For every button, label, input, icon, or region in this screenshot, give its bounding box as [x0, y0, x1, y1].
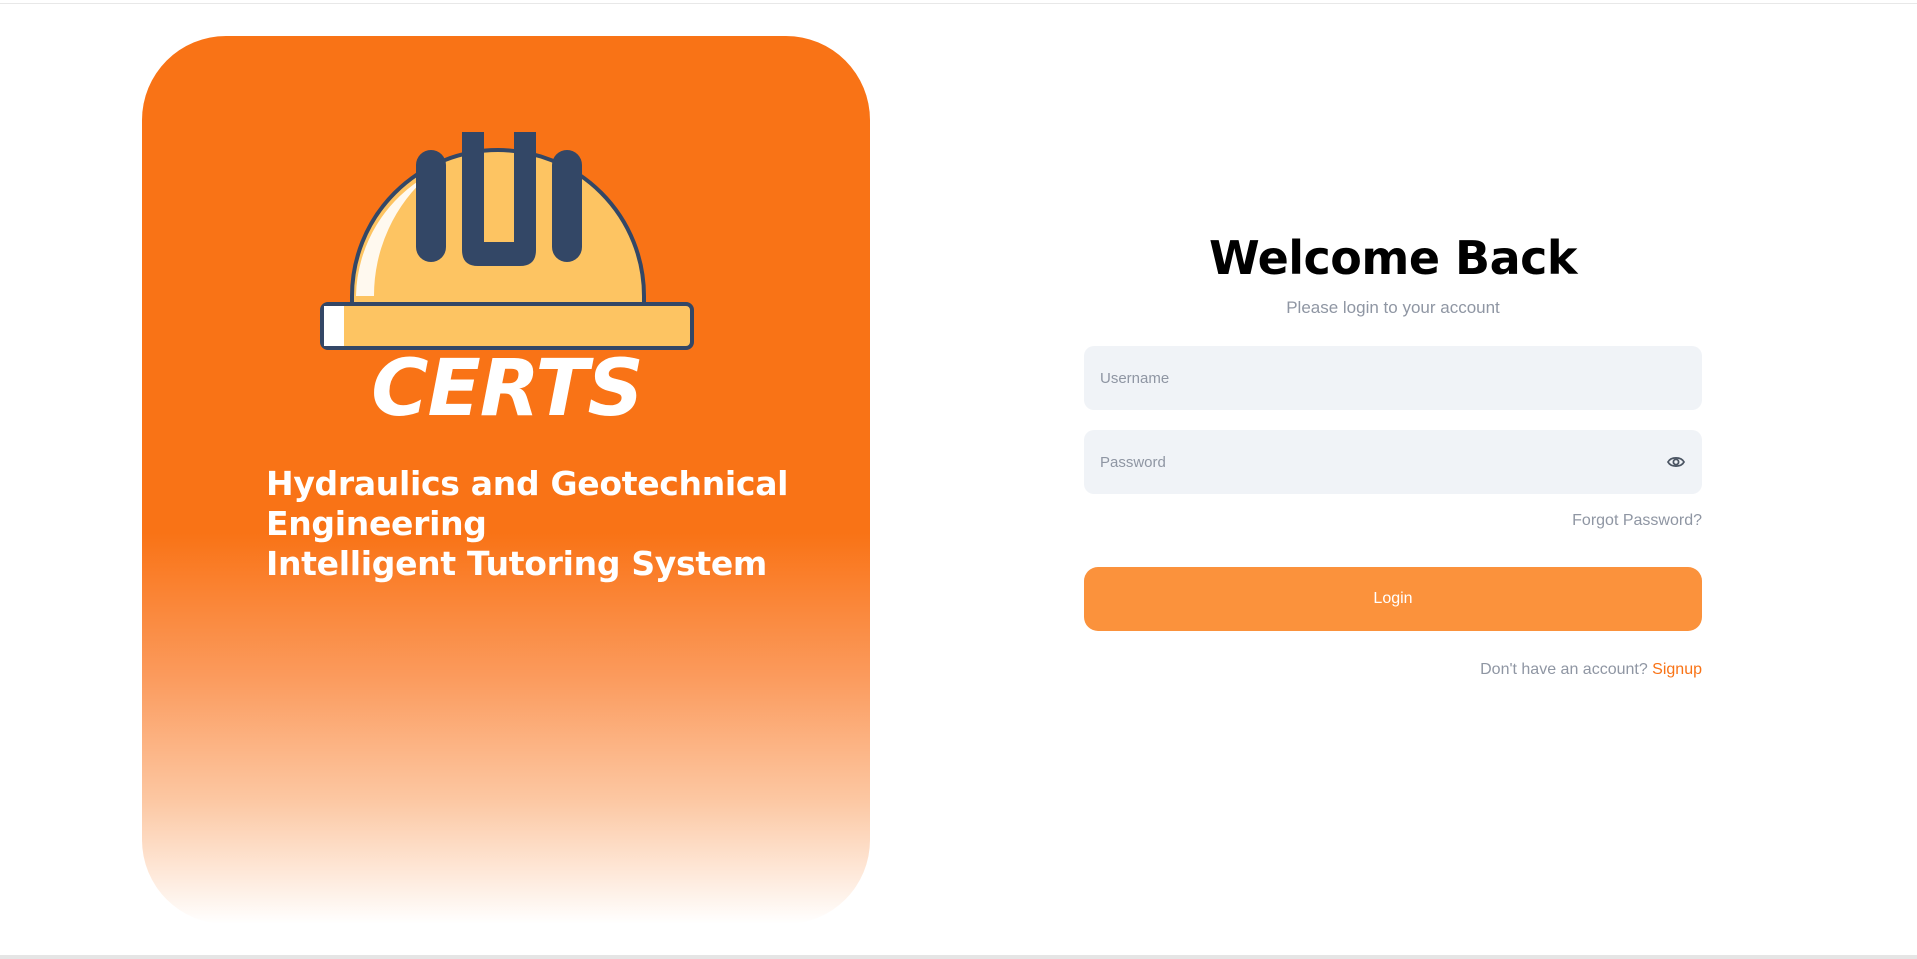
signup-row: Don't have an account? Signup: [1084, 661, 1702, 679]
username-field-wrapper: [1084, 346, 1702, 410]
app-title-line: Intelligent Tutoring System: [266, 544, 767, 583]
top-divider: [0, 3, 1917, 4]
page-title: Welcome Back: [1208, 231, 1578, 285]
login-page: CERTS Hydraulics and Geotechnical Engine…: [0, 0, 1917, 959]
eye-icon[interactable]: [1666, 452, 1686, 472]
signup-link[interactable]: Signup: [1652, 661, 1702, 678]
login-form: Welcome Back Please login to your accoun…: [1084, 230, 1702, 679]
brand-panel: CERTS Hydraulics and Geotechnical Engine…: [142, 36, 870, 924]
hard-hat-icon: CERTS: [320, 132, 694, 430]
password-input[interactable]: [1084, 430, 1702, 494]
logo-wordmark: CERTS: [371, 344, 642, 430]
app-title-line: Engineering: [266, 504, 487, 543]
signup-prompt: Don't have an account?: [1480, 661, 1653, 678]
password-field-wrapper: [1084, 430, 1702, 494]
forgot-password-link[interactable]: Forgot Password?: [1572, 512, 1702, 529]
login-subtitle: Please login to your account: [1286, 298, 1500, 317]
login-button[interactable]: Login: [1084, 567, 1702, 631]
app-title: Hydraulics and Geotechnical Engineering …: [266, 464, 826, 584]
bottom-scrollbar: [0, 955, 1917, 959]
forgot-password-row: Forgot Password?: [1084, 512, 1702, 532]
username-input[interactable]: [1084, 346, 1702, 410]
certs-logo: CERTS: [312, 110, 702, 430]
app-title-line: Hydraulics and Geotechnical: [266, 464, 789, 503]
